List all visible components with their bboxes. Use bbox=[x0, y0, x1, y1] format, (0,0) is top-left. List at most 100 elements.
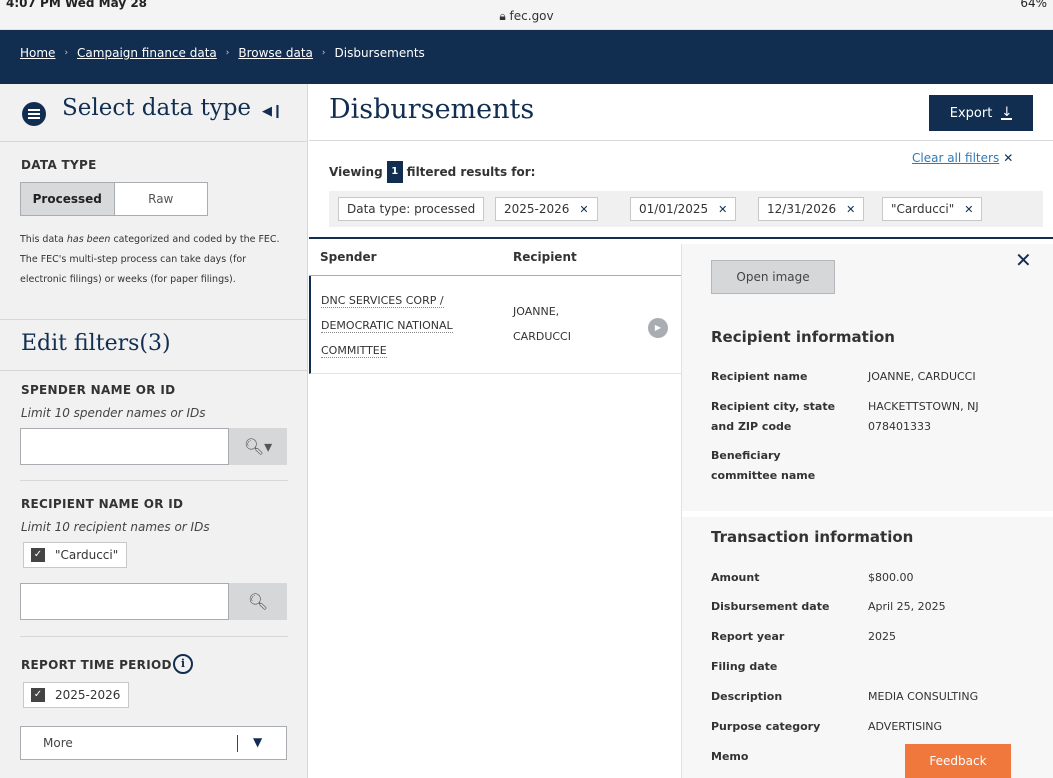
divider bbox=[20, 480, 288, 481]
processed-toggle[interactable]: Processed bbox=[21, 183, 115, 215]
collapse-sidebar-icon[interactable]: ◀❙ bbox=[262, 104, 283, 119]
field-value: ADVERTISING bbox=[868, 720, 943, 733]
filter-tag-label: "Carducci" bbox=[891, 202, 955, 216]
recipient-hint: Limit 10 recipient names or IDs bbox=[21, 520, 210, 534]
edit-filters-header: Edit filters(3) bbox=[0, 319, 307, 371]
status-bar: 4:07 PM Wed May 28 🔒︎ fec.gov 64% bbox=[0, 0, 1053, 30]
checkbox-checked-icon: ✓ bbox=[31, 548, 45, 562]
caret-down-icon: ▼ bbox=[253, 735, 263, 749]
remove-tag-icon[interactable]: ✕ bbox=[964, 203, 973, 216]
breadcrumb: Home › Campaign finance data › Browse da… bbox=[20, 46, 425, 60]
field-label: Amount bbox=[711, 571, 760, 584]
search-icon: 🔍︎ bbox=[247, 592, 269, 611]
export-button[interactable]: Export ↓ bbox=[929, 95, 1033, 131]
checkbox-checked-icon: ✓ bbox=[31, 688, 45, 702]
field-value: MEDIA CONSULTING bbox=[868, 690, 979, 703]
edit-filters-title: Edit filters(3) bbox=[21, 331, 171, 356]
field-label: Description bbox=[711, 690, 783, 703]
period-checked-filter[interactable]: ✓ 2025-2026 bbox=[23, 682, 130, 708]
divider bbox=[20, 636, 288, 637]
field-value: $800.00 bbox=[868, 571, 914, 584]
spender-search: 🔍︎▾ bbox=[20, 428, 287, 465]
page-title: Disbursements bbox=[329, 94, 535, 125]
active-filter-tags: Data type: processed 2025-2026 ✕ 01/01/20… bbox=[329, 191, 1043, 227]
remove-tag-icon[interactable]: ✕ bbox=[579, 203, 588, 216]
remove-tag-icon[interactable]: ✕ bbox=[846, 203, 855, 216]
filter-tag-recipient: "Carducci" ✕ bbox=[882, 197, 983, 221]
data-type-toggle: Processed Raw bbox=[20, 182, 208, 216]
data-type-label: DATA TYPE bbox=[21, 158, 97, 172]
table-top-border bbox=[309, 237, 1053, 239]
battery-indicator: 64% bbox=[1020, 0, 1047, 10]
chevron-right-icon: › bbox=[225, 48, 230, 58]
recipient-cell: JOANNE, CARDUCCI bbox=[513, 305, 571, 343]
more-select-label: More bbox=[43, 736, 73, 750]
recipient-search: 🔍︎ bbox=[20, 583, 287, 620]
filter-tag-cycle: 2025-2026 ✕ bbox=[495, 197, 598, 221]
row-expand-icon[interactable]: ▶ bbox=[648, 318, 668, 338]
download-icon: ↓ bbox=[1001, 104, 1013, 120]
spender-label: SPENDER NAME OR ID bbox=[21, 383, 176, 397]
field-value: HACKETTSTOWN, NJ 078401333 bbox=[868, 400, 979, 433]
field-label: Purpose category bbox=[711, 720, 821, 733]
select-data-type-title: Select data type bbox=[62, 95, 252, 121]
filtered-results-label: filtered results for: bbox=[406, 165, 536, 179]
period-filter-value: 2025-2026 bbox=[55, 688, 121, 702]
filter-tag-label: Data type: processed bbox=[347, 202, 476, 216]
field-label: Memo bbox=[711, 750, 749, 763]
column-header-recipient[interactable]: Recipient bbox=[513, 250, 577, 264]
info-icon[interactable]: i bbox=[173, 654, 193, 674]
breadcrumb-home[interactable]: Home bbox=[20, 46, 55, 60]
remove-tag-icon[interactable]: ✕ bbox=[718, 203, 727, 216]
recipient-info-heading: Recipient information bbox=[711, 328, 895, 346]
more-periods-select[interactable]: More ▼ bbox=[20, 726, 287, 760]
field-label: Recipient city, state and ZIP code bbox=[711, 400, 836, 433]
main-content: Disbursements Export ↓ Viewing 1 filtere… bbox=[309, 84, 1053, 778]
breadcrumb-current: Disbursements bbox=[334, 46, 425, 60]
recipient-input[interactable] bbox=[20, 583, 229, 620]
data-type-description: This data has been categorized and coded… bbox=[20, 234, 280, 285]
filter-tag-label: 12/31/2026 bbox=[767, 202, 837, 216]
results-summary: Viewing 1 filtered results for: bbox=[329, 161, 535, 183]
filter-tag-label: 01/01/2025 bbox=[639, 202, 709, 216]
field-label: Filing date bbox=[711, 660, 778, 673]
spender-cell[interactable]: DNC SERVICES CORP / DEMOCRATIC NATIONAL … bbox=[321, 288, 497, 363]
open-image-button[interactable]: Open image bbox=[711, 260, 835, 294]
export-label: Export bbox=[949, 105, 993, 121]
field-label: Recipient name bbox=[711, 370, 808, 383]
search-icon: 🔍︎▾ bbox=[243, 437, 273, 456]
url-text: fec.gov bbox=[509, 9, 554, 23]
filter-tag-max-date: 12/31/2026 ✕ bbox=[758, 197, 865, 221]
recipient-search-button[interactable]: 🔍︎ bbox=[229, 583, 287, 620]
close-icon[interactable]: ✕ bbox=[1015, 248, 1032, 272]
spender-input[interactable] bbox=[20, 428, 229, 465]
filters-icon bbox=[22, 102, 46, 126]
section-divider bbox=[682, 511, 1053, 517]
spender-search-button[interactable]: 🔍︎▾ bbox=[229, 428, 287, 465]
breadcrumb-browse-data[interactable]: Browse data bbox=[238, 46, 313, 60]
breadcrumb-campaign-finance-data[interactable]: Campaign finance data bbox=[77, 46, 217, 60]
raw-toggle[interactable]: Raw bbox=[115, 183, 208, 215]
filter-tag-data-type: Data type: processed bbox=[338, 197, 485, 221]
field-label: Disbursement date bbox=[711, 600, 830, 613]
select-divider bbox=[237, 735, 238, 752]
transaction-detail-panel: ✕ Open image Recipient information Recip… bbox=[681, 244, 1053, 778]
field-label: Report year bbox=[711, 630, 785, 643]
results-count-badge: 1 bbox=[386, 161, 403, 183]
feedback-button[interactable]: Feedback bbox=[905, 744, 1011, 778]
select-data-type-header: Select data type ◀❙ bbox=[0, 84, 307, 142]
field-value: JOANNE, CARDUCCI bbox=[868, 370, 976, 383]
field-value: 2025 bbox=[868, 630, 896, 643]
spender-hint: Limit 10 spender names or IDs bbox=[21, 406, 206, 420]
column-header-spender[interactable]: Spender bbox=[320, 250, 377, 264]
lock-icon: 🔒︎ bbox=[499, 9, 510, 23]
recipient-label: RECIPIENT NAME OR ID bbox=[21, 497, 184, 511]
filter-tag-min-date: 01/01/2025 ✕ bbox=[630, 197, 737, 221]
report-time-period-label: REPORT TIME PERIOD bbox=[21, 658, 172, 672]
address-bar[interactable]: 🔒︎ fec.gov bbox=[0, 9, 1053, 24]
recipient-checked-filter[interactable]: ✓ "Carducci" bbox=[23, 542, 128, 568]
clear-all-filters-link[interactable]: Clear all filters ✕ bbox=[912, 151, 1013, 165]
filter-tag-label: 2025-2026 bbox=[504, 202, 570, 216]
divider bbox=[309, 140, 1053, 141]
site-header: Home › Campaign finance data › Browse da… bbox=[0, 30, 1053, 84]
